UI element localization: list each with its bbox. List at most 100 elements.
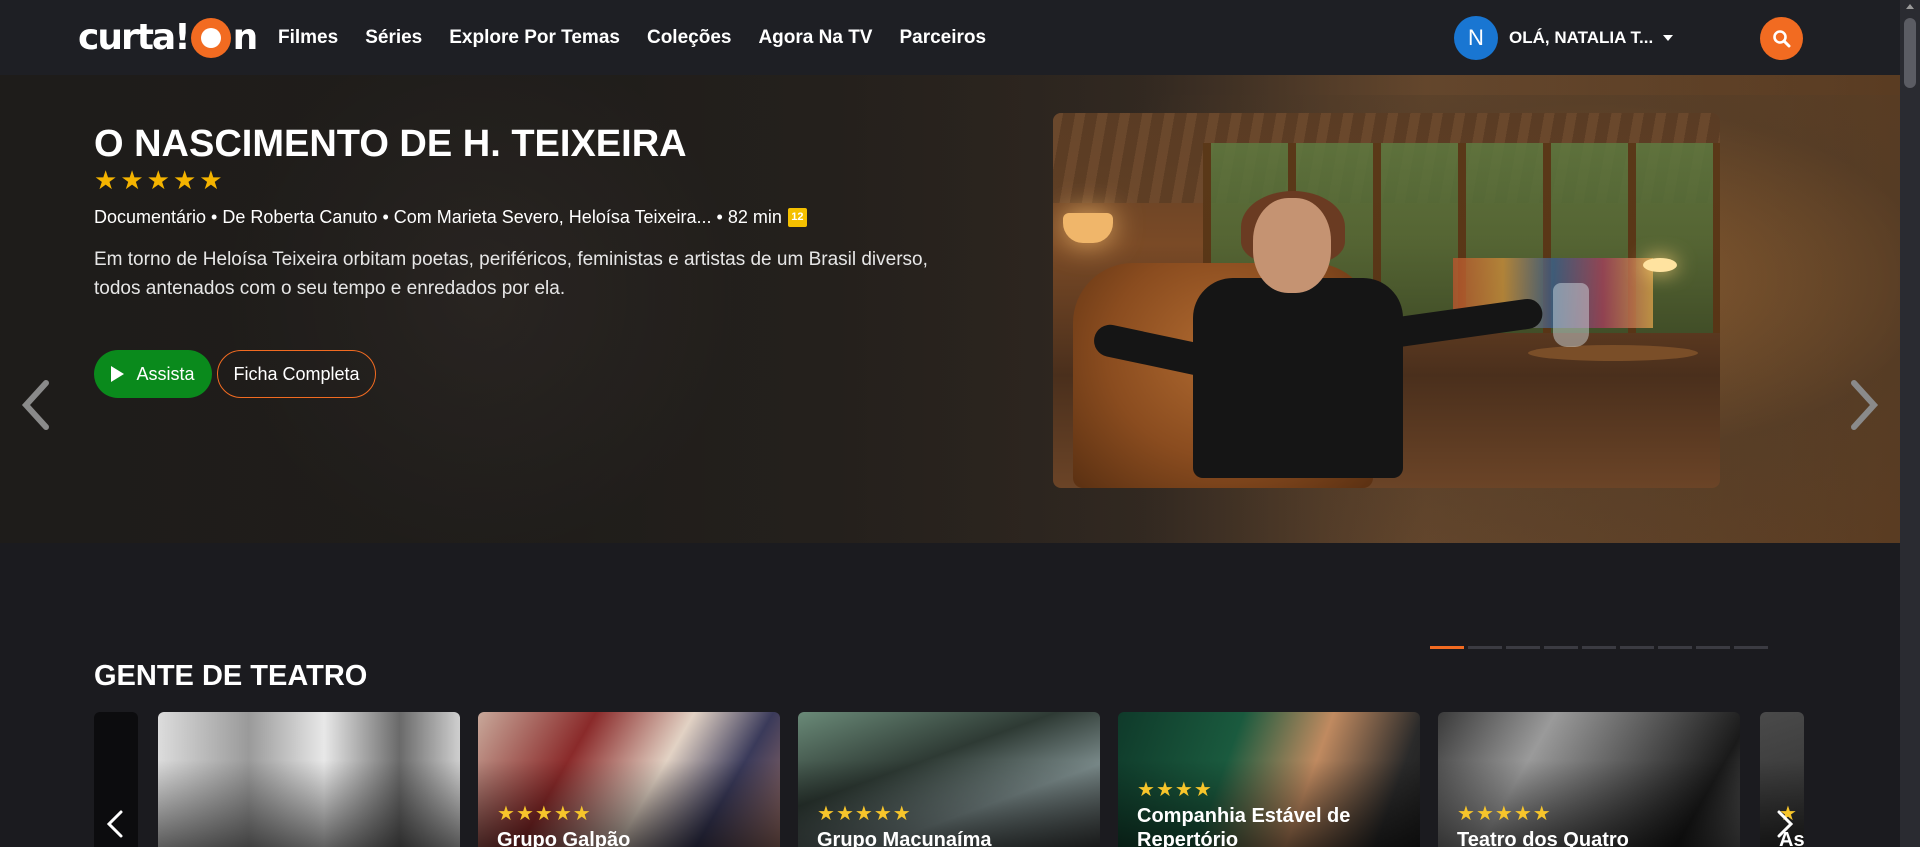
- full-details-button-label: Ficha Completa: [233, 363, 360, 384]
- watch-button[interactable]: Assista: [94, 350, 212, 398]
- card-shade: [1438, 712, 1740, 847]
- carousel-dot[interactable]: [1506, 646, 1540, 649]
- main-menu: Filmes Séries Explore Por Temas Coleções…: [278, 0, 1013, 75]
- star-icon: ★: [120, 165, 144, 195]
- card-star-rating: ★ ★ ★ ★: [1137, 780, 1212, 800]
- nav-item-agora-na-tv[interactable]: Agora Na TV: [758, 27, 872, 49]
- row-next-button[interactable]: [1770, 804, 1800, 844]
- card-shade: [158, 712, 460, 847]
- logo-text-left: curta!: [78, 17, 191, 58]
- card-star-rating: ★ ★ ★ ★ ★: [497, 804, 591, 824]
- star-icon: ★: [146, 165, 170, 195]
- carousel-dot[interactable]: [1696, 646, 1730, 649]
- card-title: Grupo Macunaíma: [817, 829, 992, 847]
- scrollbar-thumb[interactable]: [1904, 18, 1916, 88]
- star-icon: ★: [172, 165, 197, 195]
- hero-prev-button[interactable]: [14, 375, 58, 435]
- card-star-rating: ★ ★ ★ ★ ★: [1457, 804, 1551, 824]
- row-prev-button[interactable]: [100, 804, 130, 844]
- star-icon: ★: [553, 803, 572, 825]
- top-navigation-bar: curta! n Filmes Séries Explore Por Temas…: [0, 0, 1900, 75]
- logo-text-right: n: [232, 17, 259, 58]
- star-icon: ★: [835, 803, 854, 825]
- hero-meta-line: Documentário • De Roberta Canuto • Com M…: [94, 207, 807, 228]
- star-icon: ★: [817, 803, 835, 825]
- card-title: Grupo Galpão: [497, 829, 631, 847]
- still-person-body: [1193, 278, 1403, 478]
- hero-title: O NASCIMENTO DE H. TEIXEIRA: [94, 123, 687, 165]
- scroll-up-icon[interactable]: [1906, 4, 1914, 9]
- play-icon: [111, 366, 125, 382]
- card-item[interactable]: ★ ★ ★ ★ ★ Grupo Macunaíma: [798, 712, 1100, 847]
- chevron-down-icon[interactable]: [1663, 35, 1674, 41]
- section-title: GENTE DE TEATRO: [94, 660, 368, 692]
- full-details-button[interactable]: Ficha Completa: [217, 350, 376, 398]
- star-icon: ★: [873, 803, 892, 825]
- carousel-dot[interactable]: [1620, 646, 1654, 649]
- card-title: Companhia Estável de Repertório: [1137, 805, 1351, 847]
- user-menu[interactable]: N OLÁ, NATALIA T...: [1454, 16, 1674, 60]
- hero-still-image: [1053, 113, 1720, 488]
- still-vase: [1553, 283, 1589, 347]
- still-person-head: [1253, 198, 1331, 293]
- nav-item-filmes[interactable]: Filmes: [278, 27, 338, 49]
- chevron-right-icon: [1777, 810, 1794, 838]
- nav-item-series[interactable]: Séries: [365, 27, 422, 49]
- star-icon: ★: [1494, 803, 1513, 825]
- search-icon: [1772, 29, 1790, 47]
- hero-star-rating: ★ ★ ★ ★ ★: [94, 167, 223, 193]
- star-icon: ★: [515, 803, 534, 825]
- avatar[interactable]: N: [1454, 16, 1498, 60]
- age-rating-badge: 12: [787, 208, 807, 227]
- nav-item-colecoes[interactable]: Coleções: [647, 27, 731, 49]
- star-icon: ★: [1155, 779, 1174, 801]
- star-icon: ★: [1137, 779, 1155, 801]
- chevron-left-icon: [21, 380, 49, 430]
- card-item[interactable]: [158, 712, 460, 847]
- star-icon: ★: [854, 803, 873, 825]
- still-table: [1528, 345, 1698, 361]
- still-lamp-2: [1643, 258, 1677, 272]
- user-greeting[interactable]: OLÁ, NATALIA T...: [1509, 28, 1653, 48]
- card-item[interactable]: ★ ★ ★ ★ ★ Teatro dos Quatro: [1438, 712, 1740, 847]
- star-icon: ★: [534, 803, 553, 825]
- nav-item-parceiros[interactable]: Parceiros: [899, 27, 986, 49]
- star-icon: ★: [1532, 803, 1551, 825]
- card-star-rating: ★ ★ ★ ★ ★: [817, 804, 911, 824]
- carousel-dot[interactable]: [1658, 646, 1692, 649]
- carousel-indicators: [1430, 646, 1768, 649]
- nav-item-explore-por-temas[interactable]: Explore Por Temas: [449, 27, 620, 49]
- hero-meta-text: Documentário • De Roberta Canuto • Com M…: [94, 207, 782, 227]
- watch-button-label: Assista: [136, 363, 195, 384]
- card-item[interactable]: ★ ★ ★ ★ Companhia Estável de Repertório: [1118, 712, 1420, 847]
- carousel-dot[interactable]: [1582, 646, 1616, 649]
- search-button[interactable]: [1760, 17, 1803, 60]
- curta-on-logo[interactable]: curta! n: [78, 16, 259, 60]
- card-item[interactable]: ★ ★ ★ ★ ★ Grupo Galpão: [478, 712, 780, 847]
- star-icon: ★: [572, 803, 591, 825]
- page: curta! n Filmes Séries Explore Por Temas…: [0, 0, 1920, 847]
- card-shade: [478, 712, 780, 847]
- star-icon: ★: [892, 803, 911, 825]
- carousel-dot[interactable]: [1544, 646, 1578, 649]
- star-icon: ★: [1174, 779, 1193, 801]
- carousel-dot[interactable]: [1430, 646, 1464, 649]
- carousel-dot[interactable]: [1468, 646, 1502, 649]
- star-icon: ★: [199, 165, 223, 195]
- chevron-right-icon: [1851, 380, 1879, 430]
- content-row: ★ ★ ★ ★ ★ Grupo Galpão ★ ★ ★ ★ ★ Grupo Macunaíma…: [94, 712, 1804, 847]
- carousel-dot[interactable]: [1734, 646, 1768, 649]
- star-icon: ★: [1475, 803, 1494, 825]
- star-icon: ★: [1513, 803, 1532, 825]
- card-title: Teatro dos Quatro: [1457, 829, 1629, 847]
- star-icon: ★: [497, 803, 515, 825]
- hero-next-button[interactable]: [1842, 375, 1886, 435]
- star-icon: ★: [1193, 779, 1212, 801]
- star-icon: ★: [94, 165, 118, 195]
- chevron-left-icon: [106, 810, 123, 838]
- hero-synopsis: Em torno de Heloísa Teixeira orbitam poe…: [94, 249, 928, 299]
- still-lamp: [1063, 213, 1113, 243]
- page-scrollbar[interactable]: [1900, 0, 1920, 847]
- card-shade: [798, 712, 1100, 847]
- logo-power-icon: [190, 18, 231, 58]
